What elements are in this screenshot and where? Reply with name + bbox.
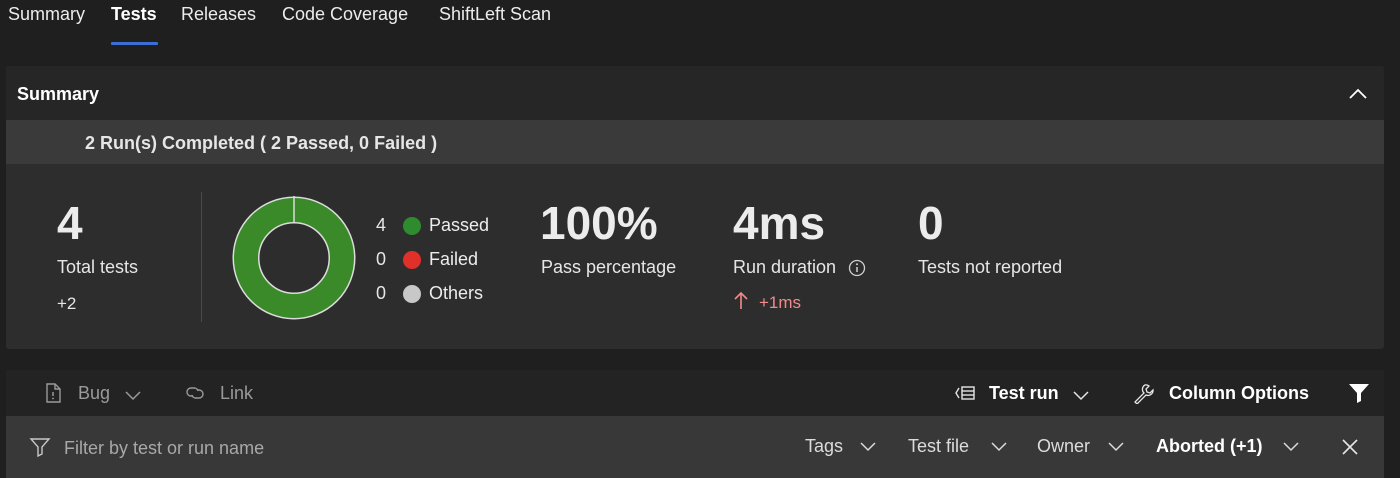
close-icon[interactable] — [1340, 437, 1360, 457]
run-status-text: 2 Run(s) Completed ( 2 Passed, 0 Failed … — [85, 133, 438, 153]
column-options-label: Column Options — [1169, 383, 1309, 403]
chevron-down-icon — [1073, 391, 1089, 401]
outcome-donut-chart — [232, 196, 356, 320]
others-count: 0 — [376, 283, 387, 303]
tab-code-coverage[interactable]: Code Coverage — [282, 4, 408, 25]
bug-label: Bug — [78, 383, 111, 403]
test-file-label: Test file — [908, 436, 970, 456]
tab-releases[interactable]: Releases — [181, 4, 256, 25]
chevron-up-icon[interactable] — [1346, 82, 1370, 106]
column-options-button[interactable]: Column Options — [1132, 370, 1316, 416]
run-duration-value: 4ms — [733, 197, 826, 249]
chevron-down-icon — [1283, 442, 1299, 452]
link-button[interactable]: Link — [184, 370, 274, 416]
arrow-up-icon — [734, 291, 748, 309]
filter-input[interactable] — [62, 434, 426, 462]
test-run-label: Test run — [989, 383, 1059, 403]
group-by-icon — [955, 386, 975, 400]
filter-toggle-icon[interactable] — [1348, 382, 1370, 404]
passed-label: Passed — [429, 215, 490, 235]
failed-dot-icon — [403, 251, 421, 269]
total-tests-label: Total tests — [57, 257, 139, 277]
not-reported-value: 0 — [918, 197, 944, 249]
tab-shiftleft-scan[interactable]: ShiftLeft Scan — [439, 4, 551, 25]
owner-label: Owner — [1037, 436, 1091, 456]
summary-title: Summary — [17, 84, 100, 104]
run-status-bar: 2 Run(s) Completed ( 2 Passed, 0 Failed … — [6, 120, 1384, 164]
link-icon — [186, 387, 204, 399]
chevron-down-icon — [1108, 442, 1124, 452]
active-tab-indicator — [111, 42, 158, 45]
tab-tests[interactable]: Tests — [111, 4, 157, 25]
chevron-down-icon — [125, 391, 141, 401]
tags-dropdown[interactable]: Tags — [805, 416, 881, 478]
filter-bar: Tags Test file Owner Aborted (+1) — [6, 416, 1384, 478]
pass-percentage-label: Pass percentage — [541, 257, 677, 277]
total-tests-value: 4 — [57, 197, 83, 249]
metric-divider — [201, 192, 202, 322]
failed-count: 0 — [376, 249, 387, 269]
failed-label: Failed — [429, 249, 479, 269]
tab-summary[interactable]: Summary — [8, 4, 85, 25]
not-reported-label: Tests not reported — [918, 257, 1063, 277]
info-icon[interactable] — [848, 259, 866, 277]
others-dot-icon — [403, 285, 421, 303]
outcome-label: Aborted (+1) — [1156, 436, 1263, 456]
summary-card: Summary 2 Run(s) Completed ( 2 Passed, 0… — [6, 66, 1384, 349]
owner-dropdown[interactable]: Owner — [1037, 416, 1133, 478]
run-duration-delta-text: +1ms — [759, 293, 802, 312]
donut-passed-segment — [234, 198, 354, 318]
bug-document-icon — [46, 383, 61, 403]
tags-label: Tags — [805, 436, 844, 456]
passed-count: 4 — [376, 215, 387, 235]
outcome-dropdown[interactable]: Aborted (+1) — [1156, 416, 1322, 478]
tab-bar: Summary Tests Releases Code Coverage Shi… — [0, 0, 1400, 46]
chevron-down-icon — [860, 442, 876, 452]
link-label: Link — [220, 383, 254, 403]
filter-icon — [29, 438, 51, 458]
test-run-group-button[interactable]: Test run — [954, 370, 1094, 416]
wrench-icon — [1134, 384, 1154, 404]
chevron-down-icon — [991, 442, 1007, 452]
total-tests-delta: +2 — [57, 294, 77, 313]
passed-dot-icon — [403, 217, 421, 235]
run-duration-label: Run duration — [733, 257, 837, 277]
results-toolbar: Bug Link Test run Column Options — [6, 370, 1384, 416]
bug-button[interactable]: Bug — [42, 370, 154, 416]
others-label: Others — [429, 283, 484, 303]
summary-header[interactable]: Summary — [6, 66, 1384, 120]
test-file-dropdown[interactable]: Test file — [908, 416, 1012, 478]
pass-percentage-value: 100% — [540, 197, 658, 249]
